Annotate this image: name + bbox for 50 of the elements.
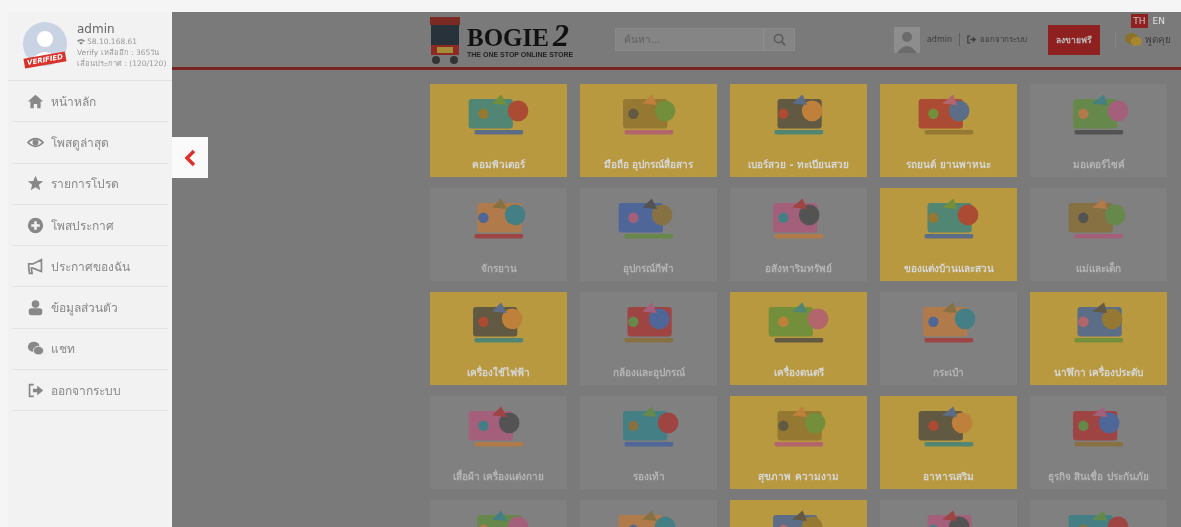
search-icon xyxy=(772,33,786,46)
user-icon xyxy=(27,299,44,317)
chat-icon xyxy=(1124,32,1143,47)
category-label: คอมพิวเตอร์ xyxy=(471,158,526,172)
category-tile[interactable]: เบอร์สวย - ทะเบียนสวย xyxy=(730,84,867,177)
category-tile[interactable]: อาหารเสริม xyxy=(880,396,1017,489)
sidebar-item[interactable]: แชท xyxy=(12,328,168,371)
category-label: ของแต่งบ้านและสวน xyxy=(902,262,995,276)
sidebar-item[interactable]: หน้าหลัก xyxy=(12,81,168,123)
sidebar-item[interactable]: โพสประกาศ xyxy=(12,204,168,247)
category-label: เบอร์สวย - ทะเบียนสวย xyxy=(746,158,851,172)
logout-icon xyxy=(967,35,977,44)
logo-text: BOGIE xyxy=(467,24,549,51)
plus-icon xyxy=(27,216,44,234)
category-tile[interactable]: รถยนต์ ยานพาหนะ xyxy=(880,84,1017,177)
search-button[interactable] xyxy=(763,28,795,51)
category-tile[interactable]: มือถือ อุปกรณ์สื่อสาร xyxy=(580,84,717,177)
sidebar-item[interactable]: ออกจากระบบ xyxy=(12,370,168,412)
category-label: เครื่องใช้ไฟฟ้า xyxy=(466,365,531,380)
wifi-icon xyxy=(77,38,85,45)
sidebar-item[interactable]: ข้อมูลส่วนตัว xyxy=(12,287,168,329)
sidebar-item[interactable]: โพสดูล่าสุด xyxy=(12,122,168,164)
home-icon xyxy=(27,92,44,110)
language-option[interactable]: TH xyxy=(1131,14,1148,28)
category-tile[interactable]: เครื่องดนตรี xyxy=(730,292,867,385)
logo-mark: 2 xyxy=(553,21,569,48)
collapse-button[interactable] xyxy=(172,137,208,178)
chat-icon xyxy=(27,340,44,358)
category-label: รถยนต์ ยานพาหนะ xyxy=(905,158,992,172)
sidebar-item[interactable]: รายการโปรด xyxy=(12,163,168,205)
category-tile[interactable]: คอมพิวเตอร์ xyxy=(430,84,567,177)
category-label: อาหารเสริม xyxy=(922,470,975,484)
language-option[interactable]: EN xyxy=(1150,14,1167,28)
category-tile[interactable]: เครื่องใช้ไฟฟ้า xyxy=(430,292,567,385)
category-tile[interactable]: ของแต่งบ้านและสวน xyxy=(880,188,1017,281)
category-tile[interactable]: สุขภาพ ความงาม xyxy=(730,396,867,489)
sell-button[interactable]: ลงขายฟรี xyxy=(1048,24,1100,55)
megaphone-icon xyxy=(27,257,44,275)
category-label: สุขภาพ ความงาม xyxy=(757,470,840,484)
category-label: เครื่องดนตรี xyxy=(772,365,825,380)
category-label: มือถือ อุปกรณ์สื่อสาร xyxy=(602,157,695,172)
user-avatar-icon xyxy=(893,26,920,53)
logout-icon xyxy=(27,381,44,399)
sidebar-item[interactable]: ประกาศของฉัน xyxy=(12,246,168,288)
chevron-left-icon xyxy=(184,148,196,167)
star-icon xyxy=(27,175,44,193)
category-tile[interactable]: นาฬิกา เครื่องประดับ xyxy=(1030,292,1167,385)
user-name: admin xyxy=(77,22,116,36)
chat-link[interactable]: พูดคุย xyxy=(1115,32,1171,47)
category-label: นาฬิกา เครื่องประดับ xyxy=(1052,365,1145,380)
